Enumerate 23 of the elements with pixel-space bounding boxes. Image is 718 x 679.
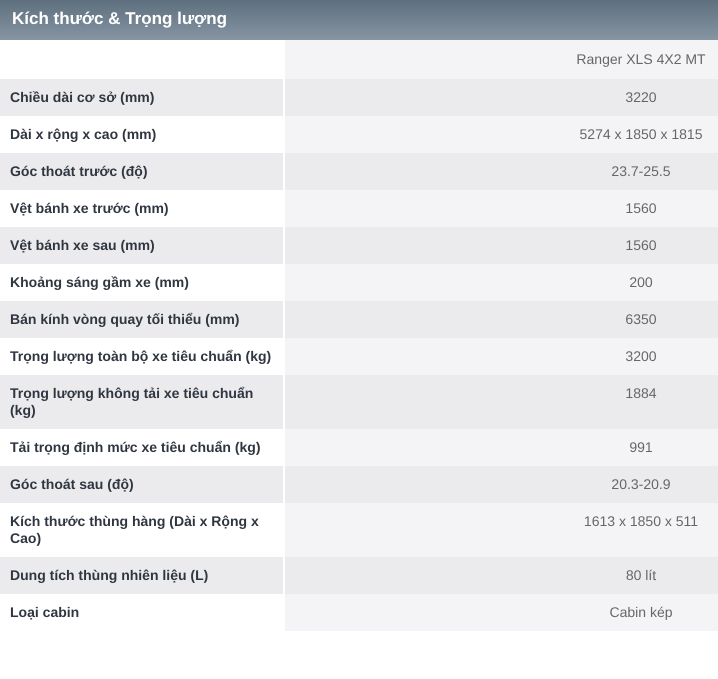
table-cell: 3220 bbox=[285, 79, 718, 116]
table-cell: Cabin kép bbox=[285, 594, 718, 631]
table-cell: Vệt bánh xe sau (mm) bbox=[0, 227, 283, 264]
table-cell: 6350 bbox=[285, 301, 718, 338]
table-cell: Góc thoát trước (độ) bbox=[0, 153, 283, 190]
table-cell: 991 bbox=[285, 429, 718, 466]
table-cell: 80 lít bbox=[285, 557, 718, 594]
table-cell: Chiều dài cơ sở (mm) bbox=[0, 79, 283, 116]
table-cell: 1560 bbox=[285, 190, 718, 227]
column-header: Ranger XLS 4X2 MT bbox=[285, 40, 718, 79]
table-cell: 5274 x 1850 x 1815 bbox=[285, 116, 718, 153]
table-cell: 1560 bbox=[285, 227, 718, 264]
table-cell: 200 bbox=[285, 264, 718, 301]
table-cell: 3200 bbox=[285, 338, 718, 375]
table-cell: 1884 bbox=[285, 375, 718, 429]
table-cell: 20.3-20.9 bbox=[285, 466, 718, 503]
table-cell: Góc thoát sau (độ) bbox=[0, 466, 283, 503]
table-cell: 1613 x 1850 x 511 bbox=[285, 503, 718, 557]
table-cell: 23.7-25.5 bbox=[285, 153, 718, 190]
table-cell: Bán kính vòng quay tối thiểu (mm) bbox=[0, 301, 283, 338]
table-cell: Dung tích thùng nhiên liệu (L) bbox=[0, 557, 283, 594]
table-cell: Trọng lượng không tải xe tiêu chuẩn (kg) bbox=[0, 375, 283, 429]
section-title: Kích thước & Trọng lượng bbox=[0, 0, 718, 40]
